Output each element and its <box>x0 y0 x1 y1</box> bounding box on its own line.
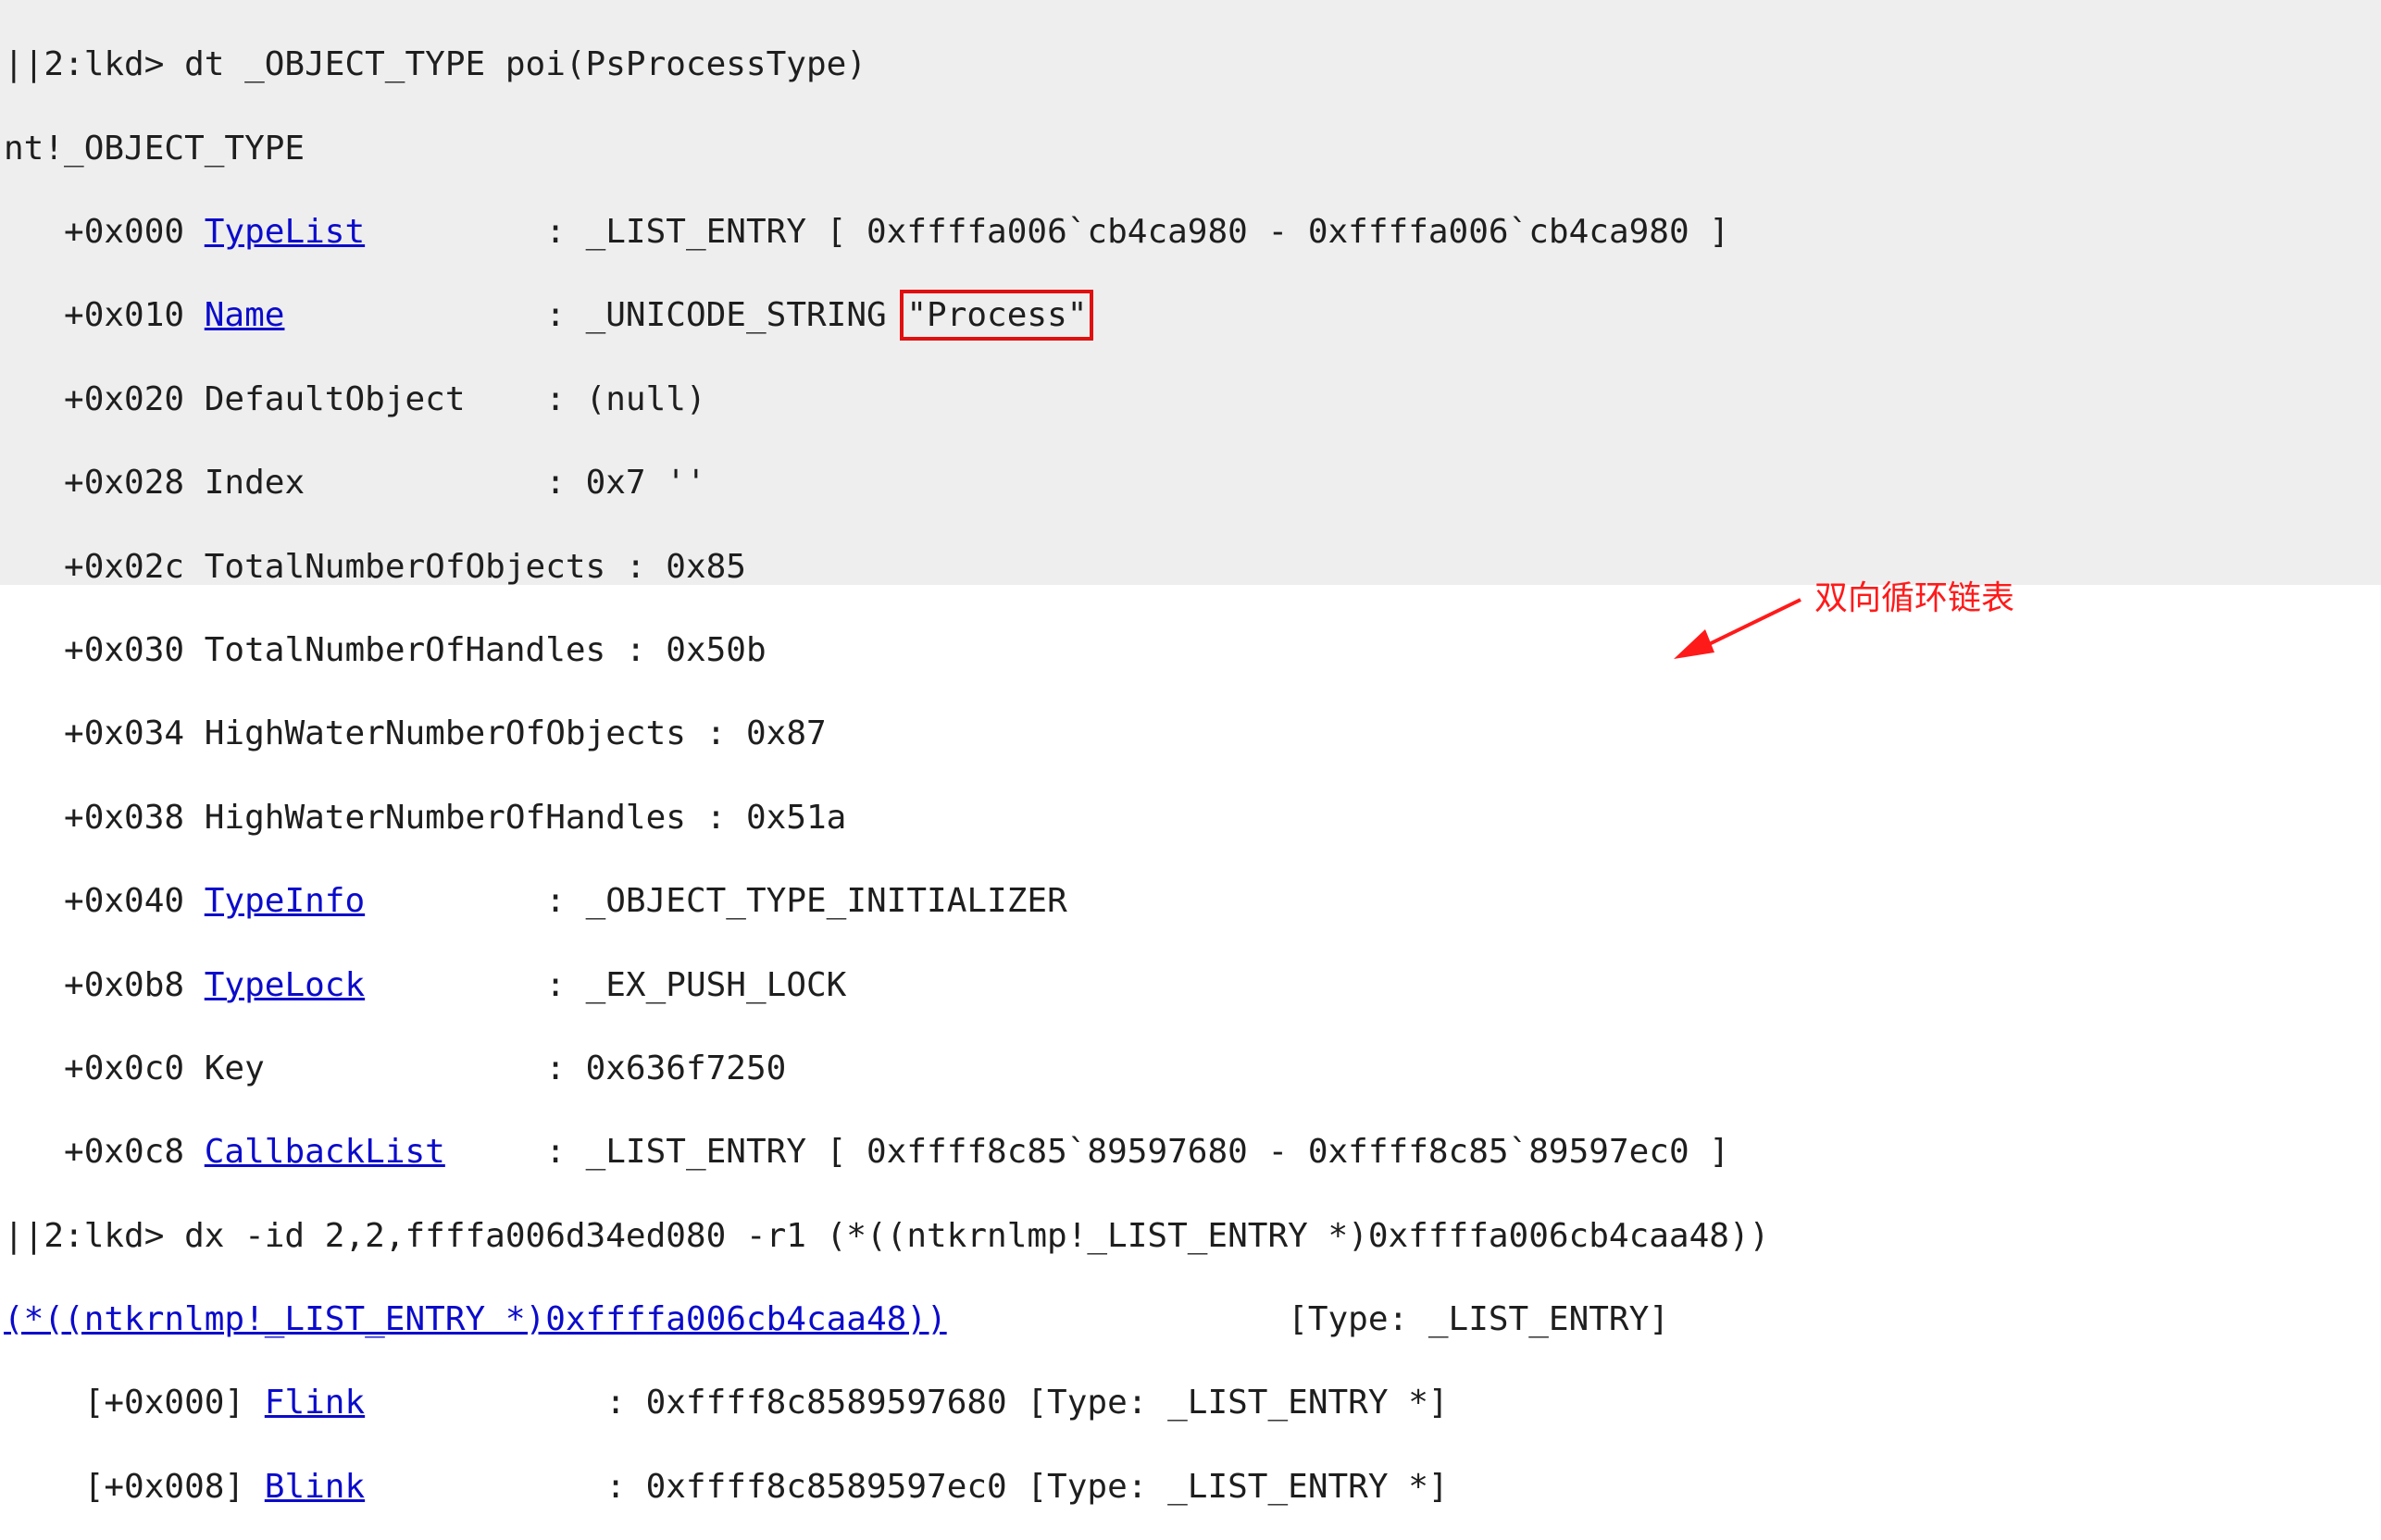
type-header: nt!_OBJECT_TYPE <box>4 129 305 168</box>
field-row: +0x010 Name : _UNICODE_STRING "Process" <box>4 290 1094 342</box>
dx-result-row: (*((ntkrnlmp!_LIST_ENTRY *)0xffffa006cb4… <box>4 1298 1769 1340</box>
field-name: HighWaterNumberOfHandles <box>204 798 686 837</box>
command-line-dt: ||2:lkd> dt _OBJECT_TYPE poi(PsProcessTy… <box>4 45 866 84</box>
field-row: +0x038 HighWaterNumberOfHandles : 0x51a <box>4 798 847 837</box>
field-link-callbacklist[interactable]: CallbackList <box>205 1133 445 1171</box>
field-link-typelist[interactable]: TypeList <box>205 213 365 251</box>
field-row: +0x0c8 CallbackList : _LIST_ENTRY [ 0xff… <box>4 1133 1729 1172</box>
list-entry-row: [+0x000] Flink : 0xffff8c8589597680 [Typ… <box>4 1384 1449 1422</box>
field-name: Index <box>204 464 305 503</box>
dx-type-label: [Type: _LIST_ENTRY] <box>1288 1300 1669 1339</box>
field-name: TotalNumberOfHandles <box>204 630 606 669</box>
annotation-label: 双向循环链表 <box>1814 579 2015 617</box>
field-row: +0x030 TotalNumberOfHandles : 0x50b <box>4 630 767 669</box>
field-name: HighWaterNumberOfObjects <box>204 714 686 753</box>
field-row: +0x040 TypeInfo : _OBJECT_TYPE_INITIALIZ… <box>4 882 1067 921</box>
field-row: +0x02c TotalNumberOfObjects : 0x85 <box>4 547 746 586</box>
field-row: +0x034 HighWaterNumberOfObjects : 0x87 <box>4 714 827 753</box>
field-link-typeinfo[interactable]: TypeInfo <box>205 882 365 920</box>
dx-list-entry-link[interactable]: (*((ntkrnlmp!_LIST_ENTRY *)0xffffa006cb4… <box>4 1300 947 1338</box>
highlighted-process-name: "Process" <box>900 290 1094 342</box>
field-row: +0x020 DefaultObject : (null) <box>4 379 706 418</box>
field-row: +0x0b8 TypeLock : _EX_PUSH_LOCK <box>4 965 847 1004</box>
field-link-name[interactable]: Name <box>205 296 285 334</box>
field-name: DefaultObject <box>204 379 466 418</box>
field-link-typelock[interactable]: TypeLock <box>205 966 365 1004</box>
flink-link[interactable]: Flink <box>265 1384 365 1422</box>
list-entry-row: [+0x008] Blink : 0xffff8c8589597ec0 [Typ… <box>4 1467 1449 1506</box>
field-row: +0x000 TypeList : _LIST_ENTRY [ 0xffffa0… <box>4 212 1729 251</box>
command-line-dx: ||2:lkd> dx -id 2,2,ffffa006d34ed080 -r1… <box>4 1216 1770 1255</box>
field-name: Key <box>204 1049 265 1087</box>
field-row: +0x028 Index : 0x7 '' <box>4 464 706 503</box>
blink-link[interactable]: Blink <box>265 1468 365 1506</box>
field-row: +0x0c0 Key : 0x636f7250 <box>4 1049 787 1087</box>
debugger-output[interactable]: ||2:lkd> dt _OBJECT_TYPE poi(PsProcessTy… <box>4 2 1769 1540</box>
field-name: TotalNumberOfObjects <box>204 547 606 586</box>
